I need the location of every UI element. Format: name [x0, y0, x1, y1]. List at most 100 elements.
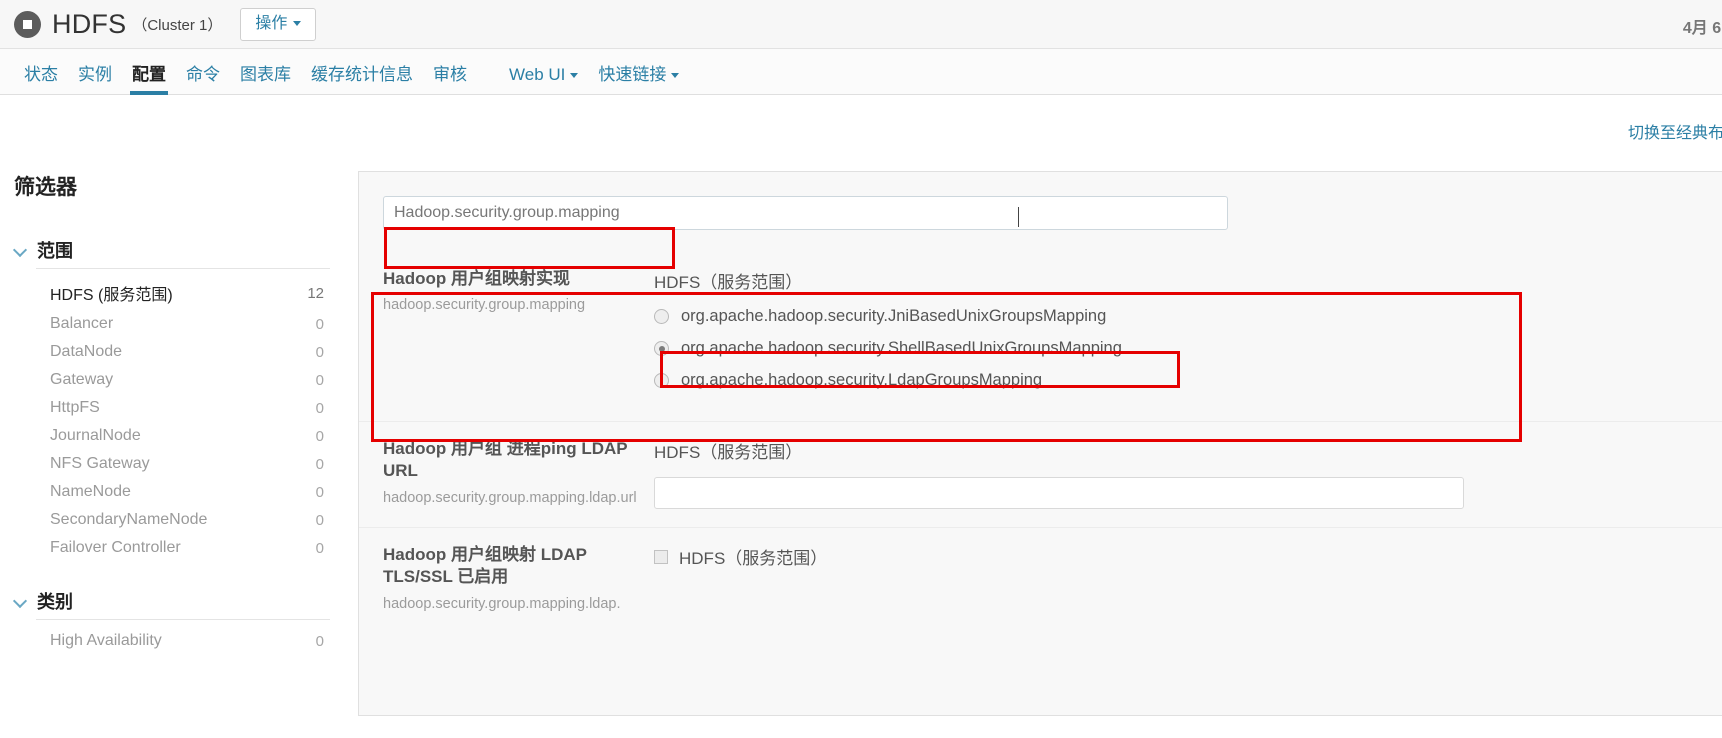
facet-scope-header[interactable]: 范围 [14, 237, 330, 263]
tab-web-ui-label: Web UI [509, 65, 566, 84]
text-cursor [1018, 207, 1019, 227]
tab-cache-statistics[interactable]: 缓存统计信息 [301, 66, 423, 94]
tab-commands-label: 命令 [186, 65, 220, 84]
config-label: Hadoop 用户组映射实现 hadoop.security.group.map… [359, 268, 644, 403]
config-property-name: hadoop.security.group.mapping.ldap.url [383, 489, 637, 506]
config-label: Hadoop 用户组映射 LDAP TLS/SSL 已启用 hadoop.sec… [359, 544, 644, 614]
facet-category-header[interactable]: 类别 [14, 588, 330, 614]
facet-item-label: Gateway [50, 371, 114, 388]
facet-item-count: 0 [315, 399, 324, 417]
radio-option-label: org.apache.hadoop.security.LdapGroupsMap… [681, 371, 1043, 389]
facet-item-count: 0 [315, 455, 324, 473]
tab-quick-links-label: 快速链接 [598, 65, 667, 84]
filters-title: 筛选器 [14, 176, 77, 199]
app-header: HDFS （Cluster 1） 操作 4月 6, 凌 [0, 0, 1722, 49]
tab-commands[interactable]: 命令 [176, 66, 230, 94]
tab-configuration-label: 配置 [132, 65, 166, 84]
tab-instances-label: 实例 [78, 65, 112, 84]
filters-sidebar: 筛选器 范围 HDFS (服务范围) 12 Balancer 0 DataNod… [0, 157, 330, 716]
page-title: HDFS [52, 8, 127, 39]
chevron-down-icon [671, 73, 680, 79]
layout-switch-row: 切换至经典布局 [0, 95, 1722, 157]
facet-item-label: NFS Gateway [50, 455, 150, 472]
tab-cache-statistics-label: 缓存统计信息 [311, 65, 413, 84]
facet-item-count: 0 [315, 427, 324, 445]
facet-item-label: DataNode [50, 343, 123, 360]
tab-status[interactable]: 状态 [14, 66, 68, 94]
tab-quick-links[interactable]: 快速链接 [588, 66, 689, 94]
facet-item-label: NameNode [50, 483, 131, 500]
radio-option-shell-based[interactable]: org.apache.hadoop.security.ShellBasedUni… [654, 339, 1722, 358]
radio-option-label: org.apache.hadoop.security.JniBasedUnixG… [681, 307, 1107, 325]
facet-item-gateway[interactable]: Gateway 0 [36, 366, 330, 394]
tab-audits-label: 审核 [433, 65, 467, 84]
chevron-down-icon [14, 243, 28, 257]
tab-audits[interactable]: 审核 [423, 66, 477, 94]
facet-spacer [14, 562, 330, 588]
actions-button-label: 操作 [255, 14, 288, 32]
radio-icon[interactable] [654, 309, 669, 324]
tab-web-ui[interactable]: Web UI [499, 66, 588, 94]
config-display-name: Hadoop 用户组映射实现 [383, 269, 570, 288]
tab-configuration[interactable]: 配置 [122, 65, 176, 95]
chevron-down-icon [14, 594, 28, 608]
facet-item-journalnode[interactable]: JournalNode 0 [36, 422, 330, 450]
tab-charts-library[interactable]: 图表库 [230, 66, 301, 94]
radio-icon-selected[interactable] [654, 341, 669, 356]
config-display-name: Hadoop 用户组映射 LDAP TLS/SSL 已启用 [383, 545, 587, 587]
tab-status-label: 状态 [24, 65, 58, 84]
search-input[interactable] [383, 196, 1228, 230]
configuration-main: Hadoop 用户组映射实现 hadoop.security.group.map… [330, 157, 1722, 716]
facet-item-hdfs-service-wide[interactable]: HDFS (服务范围) 12 [36, 276, 330, 310]
facet-item-count: 0 [315, 483, 324, 501]
facet-scope-list: HDFS (服务范围) 12 Balancer 0 DataNode 0 Gat… [36, 268, 330, 562]
config-value: HDFS（服务范围） org.apache.hadoop.security.Jn… [644, 268, 1722, 403]
facet-item-label: HttpFS [50, 399, 100, 416]
ldap-tls-ssl-checkbox-row[interactable]: HDFS（服务范围） [654, 544, 1722, 569]
facet-category: 类别 High Availability 0 [14, 588, 330, 655]
ldap-url-input[interactable] [654, 477, 1464, 509]
config-property-name: hadoop.security.group.mapping [383, 297, 586, 314]
facet-item-namenode[interactable]: NameNode 0 [36, 478, 330, 506]
service-status-icon [14, 10, 41, 38]
radio-option-ldap-groups[interactable]: org.apache.hadoop.security.LdapGroupsMap… [654, 371, 1722, 390]
checkbox-icon[interactable] [654, 549, 668, 564]
facet-item-httpfs[interactable]: HttpFS 0 [36, 394, 330, 422]
checkbox-label: HDFS（服务范围） [679, 549, 828, 568]
facet-item-label: SecondaryNameNode [50, 511, 208, 528]
tab-instances[interactable]: 实例 [68, 66, 122, 94]
facet-item-nfs-gateway[interactable]: NFS Gateway 0 [36, 450, 330, 478]
header-timestamp: 4月 6, 凌 [1682, 20, 1722, 37]
page-body: 筛选器 范围 HDFS (服务范围) 12 Balancer 0 DataNod… [0, 157, 1722, 716]
facet-item-label: Failover Controller [50, 539, 181, 556]
configuration-panel: Hadoop 用户组映射实现 hadoop.security.group.map… [358, 171, 1722, 716]
radio-option-label: org.apache.hadoop.security.ShellBasedUni… [681, 339, 1122, 357]
switch-to-classic-layout-link[interactable]: 切换至经典布局 [1628, 119, 1722, 143]
config-row-group-mapping: Hadoop 用户组映射实现 hadoop.security.group.map… [359, 252, 1722, 421]
config-row-ldap-url: Hadoop 用户组 进程ping LDAP URL hadoop.securi… [359, 421, 1722, 527]
radio-icon[interactable] [654, 373, 669, 388]
facet-item-count: 0 [315, 315, 324, 333]
facet-item-datanode[interactable]: DataNode 0 [36, 338, 330, 366]
radio-option-jni-based[interactable]: org.apache.hadoop.security.JniBasedUnixG… [654, 307, 1722, 326]
actions-button[interactable]: 操作 [240, 7, 317, 41]
tab-charts-library-label: 图表库 [240, 65, 291, 84]
facet-scope-title: 范围 [37, 241, 73, 261]
facet-category-list: High Availability 0 [36, 619, 330, 655]
config-value: HDFS（服务范围） [644, 544, 1722, 614]
facet-item-count: 0 [315, 343, 324, 361]
facet-item-count: 0 [315, 632, 324, 650]
facet-item-label: Balancer [50, 315, 114, 332]
config-display-name: Hadoop 用户组 进程ping LDAP URL [383, 439, 628, 481]
facet-item-count: 12 [307, 284, 324, 302]
config-value: HDFS（服务范围） [644, 438, 1722, 509]
facet-item-high-availability[interactable]: High Availability 0 [36, 627, 330, 655]
facet-item-label: HDFS (服务范围) [50, 287, 173, 304]
facet-item-balancer[interactable]: Balancer 0 [36, 310, 330, 338]
service-tabs: 状态 实例 配置 命令 图表库 缓存统计信息 审核 Web UI 快速链接 [0, 49, 1722, 95]
facet-item-secondarynamenode[interactable]: SecondaryNameNode 0 [36, 506, 330, 534]
facet-item-count: 0 [315, 539, 324, 557]
facet-item-failover-controller[interactable]: Failover Controller 0 [36, 534, 330, 562]
facet-scope: 范围 HDFS (服务范围) 12 Balancer 0 DataNode 0 … [14, 237, 330, 562]
config-label: Hadoop 用户组 进程ping LDAP URL hadoop.securi… [359, 438, 644, 509]
